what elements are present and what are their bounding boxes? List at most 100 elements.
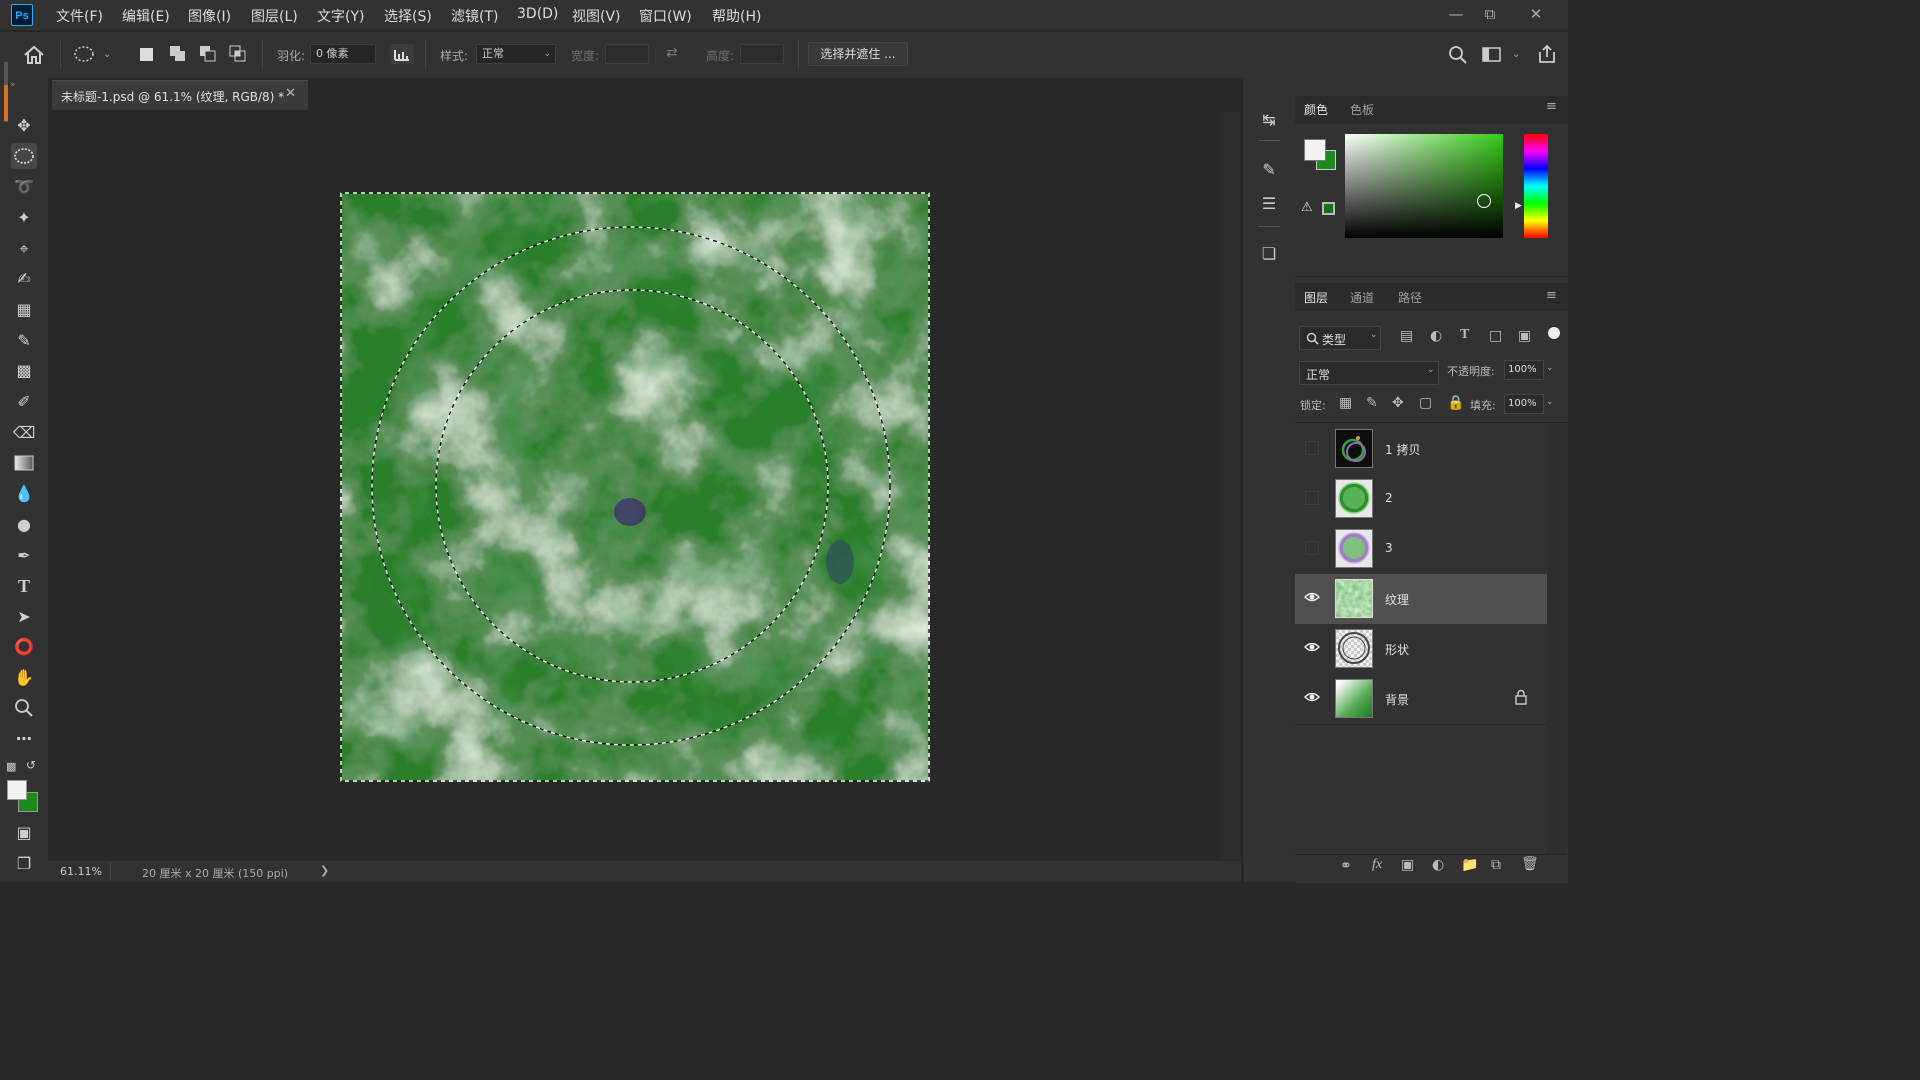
chevron-down-icon[interactable]: ⌄ <box>1546 397 1554 407</box>
filter-shape-layer-icon[interactable]: □ <box>1489 328 1502 344</box>
layer-thumbnail[interactable] <box>1335 629 1373 668</box>
eyedropper-tool-icon[interactable]: ✍ <box>11 266 37 292</box>
eye-icon[interactable] <box>1304 589 1320 605</box>
swap-colors-icon[interactable]: ↺ <box>26 758 36 772</box>
tab-channels[interactable]: 通道 <box>1350 289 1374 306</box>
document-tab[interactable]: 未标题-1.psd @ 61.1% (纹理, RGB/8) * ✕ <box>52 80 308 110</box>
more-tools-icon[interactable]: ⋯ <box>11 726 37 752</box>
brush-settings-icon[interactable]: ✎ <box>1257 158 1281 182</box>
link-layers-icon[interactable]: ⚭ <box>1340 858 1352 874</box>
ellipse-shape-tool-icon[interactable]: ⭕ <box>11 634 37 660</box>
vertical-scrollbar[interactable] <box>1221 112 1241 860</box>
document-canvas[interactable] <box>340 192 930 782</box>
screen-mode-icon[interactable]: ❐ <box>11 851 37 877</box>
foreground-color-swatch[interactable] <box>7 780 27 800</box>
layer-name[interactable]: 形状 <box>1385 641 1409 658</box>
tab-paths[interactable]: 路径 <box>1398 289 1422 306</box>
history-icon[interactable]: ↹ <box>1257 108 1281 132</box>
eye-icon[interactable] <box>1304 639 1320 655</box>
new-selection-icon[interactable] <box>140 48 153 61</box>
menu-file[interactable]: 文件(F) <box>56 6 103 26</box>
chevron-right-icon[interactable]: ❯ <box>320 864 329 877</box>
layer-name[interactable]: 2 <box>1385 491 1393 505</box>
chevron-down-icon[interactable]: ⌄ <box>103 49 111 60</box>
visibility-toggle[interactable] <box>1305 491 1319 505</box>
pen-tool-icon[interactable]: ✒ <box>11 543 37 569</box>
width-input[interactable] <box>605 44 649 64</box>
layer-thumbnail[interactable] <box>1335 429 1373 468</box>
document-info[interactable]: 20 厘米 x 20 厘米 (150 ppi) <box>142 865 288 881</box>
eye-icon[interactable] <box>1304 689 1320 705</box>
out-of-gamut-warning-icon[interactable]: ⚠ <box>1301 200 1313 215</box>
hue-slider[interactable] <box>1524 134 1548 238</box>
3d-icon[interactable]: ❏ <box>1257 242 1281 266</box>
zoom-level[interactable]: 61.11% <box>60 865 102 878</box>
tab-swatches[interactable]: 色板 <box>1350 101 1374 118</box>
menu-edit[interactable]: 编辑(E) <box>122 6 170 26</box>
lock-icon[interactable] <box>1514 689 1528 705</box>
hue-slider-handle-icon[interactable]: ▶ <box>1515 201 1522 211</box>
panel-menu-icon[interactable]: ≡ <box>1546 99 1557 114</box>
home-icon[interactable] <box>22 44 46 66</box>
adjustments-icon[interactable]: ☰ <box>1257 192 1281 216</box>
swap-dimensions-icon[interactable]: ⇄ <box>666 45 678 61</box>
default-colors-icon[interactable]: ▩ <box>6 760 16 773</box>
layer-name[interactable]: 3 <box>1385 541 1393 555</box>
menu-type[interactable]: 文字(Y) <box>317 6 364 26</box>
minimize-icon[interactable]: — <box>1441 2 1471 26</box>
menu-view[interactable]: 视图(V) <box>572 6 621 26</box>
layer-row[interactable]: 1 拷贝 <box>1295 424 1547 475</box>
new-adjustment-layer-icon[interactable]: ◐ <box>1432 857 1444 873</box>
filter-type-layer-icon[interactable]: T <box>1460 327 1469 343</box>
layer-thumbnail[interactable] <box>1335 679 1373 718</box>
subtract-from-selection-icon[interactable] <box>199 45 217 63</box>
lasso-tool-icon[interactable]: ➰ <box>11 174 37 200</box>
type-tool-icon[interactable]: T <box>11 573 37 599</box>
restore-icon[interactable]: ⧉ <box>1475 2 1505 26</box>
expand-toolbar-icon[interactable]: » <box>10 80 16 90</box>
anti-alias-icon[interactable] <box>390 44 414 64</box>
color-picker-ring[interactable] <box>1477 194 1491 208</box>
layer-row[interactable]: 背景 <box>1295 674 1547 725</box>
crop-tool-icon[interactable]: ⌖ <box>11 236 37 262</box>
menu-filter[interactable]: 滤镜(T) <box>451 6 498 26</box>
menu-help[interactable]: 帮助(H) <box>712 6 761 26</box>
search-icon[interactable] <box>1448 45 1468 65</box>
panel-foreground-swatch[interactable] <box>1304 139 1326 161</box>
layers-scrollbar[interactable] <box>1547 424 1566 854</box>
history-brush-tool-icon[interactable]: ✐ <box>11 389 37 415</box>
brush-tool-icon[interactable]: ✎ <box>11 328 37 354</box>
close-icon[interactable]: ✕ <box>1521 2 1551 26</box>
opacity-input[interactable]: 100% <box>1504 360 1544 380</box>
filter-smart-object-icon[interactable]: ▣ <box>1518 328 1531 344</box>
gradient-tool-icon[interactable] <box>11 450 37 476</box>
close-tab-icon[interactable]: ✕ <box>285 86 296 101</box>
layer-thumbnail[interactable] <box>1335 479 1373 518</box>
layer-row[interactable]: 纹理 <box>1295 574 1547 625</box>
photoshop-logo[interactable]: Ps <box>11 4 33 26</box>
menu-layer[interactable]: 图层(L) <box>251 6 298 26</box>
clone-stamp-tool-icon[interactable]: ▩ <box>11 358 37 384</box>
path-selection-tool-icon[interactable]: ➤ <box>11 604 37 630</box>
zoom-tool-icon[interactable] <box>11 695 37 721</box>
new-group-icon[interactable]: 📁 <box>1461 857 1478 873</box>
height-input[interactable] <box>740 44 784 64</box>
add-to-selection-icon[interactable] <box>169 45 187 63</box>
blur-tool-icon[interactable]: 💧 <box>11 481 37 507</box>
lock-artboard-icon[interactable]: ▢ <box>1419 395 1432 411</box>
menu-select[interactable]: 选择(S) <box>384 6 432 26</box>
intersect-selection-icon[interactable] <box>229 45 247 63</box>
add-mask-icon[interactable]: ▣ <box>1401 857 1414 873</box>
feather-input[interactable]: 0 像素 <box>310 44 376 64</box>
eraser-tool-icon[interactable]: ⌫ <box>11 420 37 446</box>
visibility-toggle[interactable] <box>1305 441 1319 455</box>
blend-mode-select[interactable]: 正常 ⌄ <box>1299 361 1439 385</box>
fill-input[interactable]: 100% <box>1504 394 1544 414</box>
tab-color[interactable]: 颜色 <box>1304 101 1328 118</box>
layer-thumbnail[interactable] <box>1335 579 1373 618</box>
share-icon[interactable] <box>1537 44 1557 64</box>
layer-name[interactable]: 纹理 <box>1385 591 1409 608</box>
elliptical-marquee-preset-icon[interactable] <box>74 45 96 63</box>
menu-window[interactable]: 窗口(W) <box>639 6 692 26</box>
chevron-down-icon[interactable]: ⌄ <box>1546 363 1554 373</box>
